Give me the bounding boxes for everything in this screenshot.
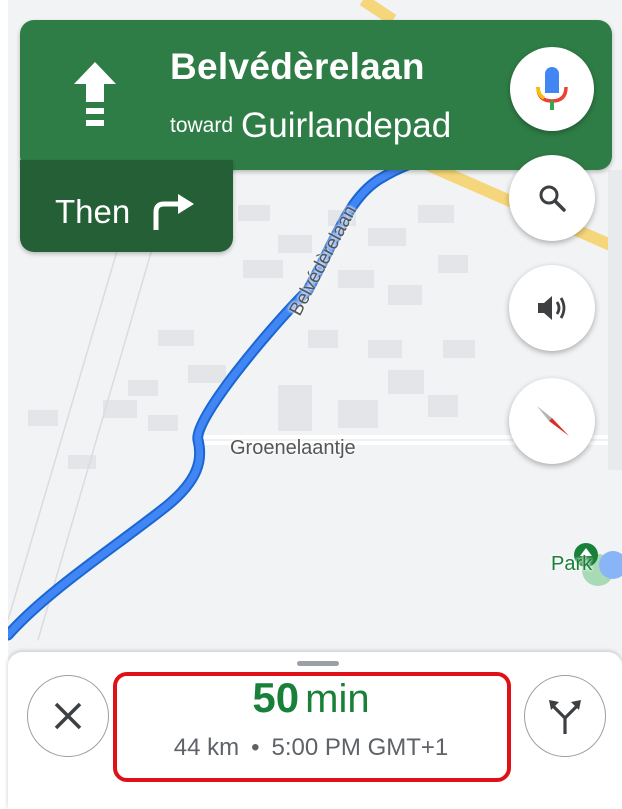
alternate-routes-icon [549, 700, 581, 734]
voice-search-button[interactable] [510, 47, 594, 131]
volume-icon [538, 296, 566, 320]
sound-button[interactable] [509, 265, 595, 351]
park-label: Park [551, 553, 593, 575]
current-street-name: Belvédèrelaan [170, 46, 425, 87]
alternate-routes-button[interactable] [524, 675, 606, 757]
straight-arrow-icon [68, 58, 122, 135]
search-icon [539, 185, 566, 212]
destination-street: Guirlandepad [241, 106, 452, 145]
search-button[interactable] [509, 155, 595, 241]
compass-icon [537, 406, 569, 436]
duration-value: 50 [252, 674, 300, 721]
microphone-icon [536, 67, 568, 110]
trip-distance: 44 km [173, 734, 240, 761]
toward-label: toward [170, 114, 234, 137]
separator-dot: • [251, 734, 260, 761]
road-label-cross: Groenelaantje [230, 437, 356, 459]
toward-destination: toward Guirlandepad [170, 106, 451, 146]
duration-unit: min [305, 677, 370, 721]
compass-button[interactable] [509, 378, 595, 464]
arrival-time: 5:00 PM GMT+1 [271, 734, 449, 761]
turn-right-arrow-icon [150, 192, 198, 237]
trip-details: 44 km • 5:00 PM GMT+1 [0, 734, 622, 762]
then-label: Then [55, 193, 131, 230]
drag-handle[interactable] [297, 661, 339, 666]
